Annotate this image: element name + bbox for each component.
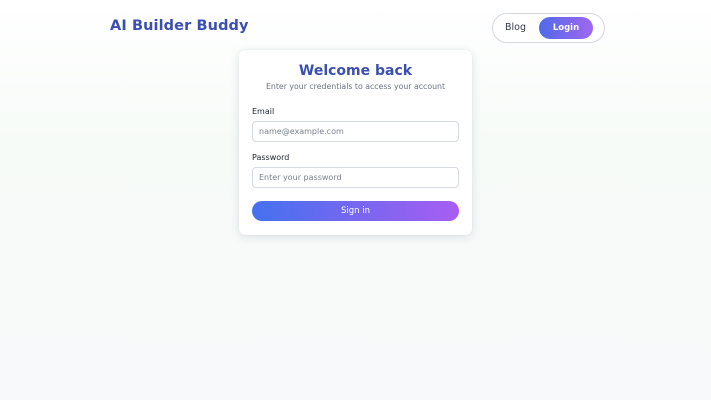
sign-in-button[interactable]: Sign in	[252, 201, 459, 221]
nav-login-button[interactable]: Login	[539, 17, 593, 39]
password-input[interactable]	[252, 167, 459, 188]
email-label: Email	[252, 107, 275, 116]
login-title: Welcome back	[298, 63, 413, 79]
nav-blog-link[interactable]: Blog	[505, 14, 526, 42]
email-input[interactable]	[252, 121, 459, 142]
login-card: Welcome back Enter your credentials to a…	[239, 50, 472, 235]
nav-menu: Blog Login	[492, 13, 605, 43]
top-header: AI Builder Buddy Blog Login	[0, 0, 711, 56]
password-label: Password	[252, 153, 290, 162]
brand-logo-text[interactable]: AI Builder Buddy	[110, 18, 249, 34]
login-subtitle: Enter your credentials to access your ac…	[265, 82, 446, 91]
